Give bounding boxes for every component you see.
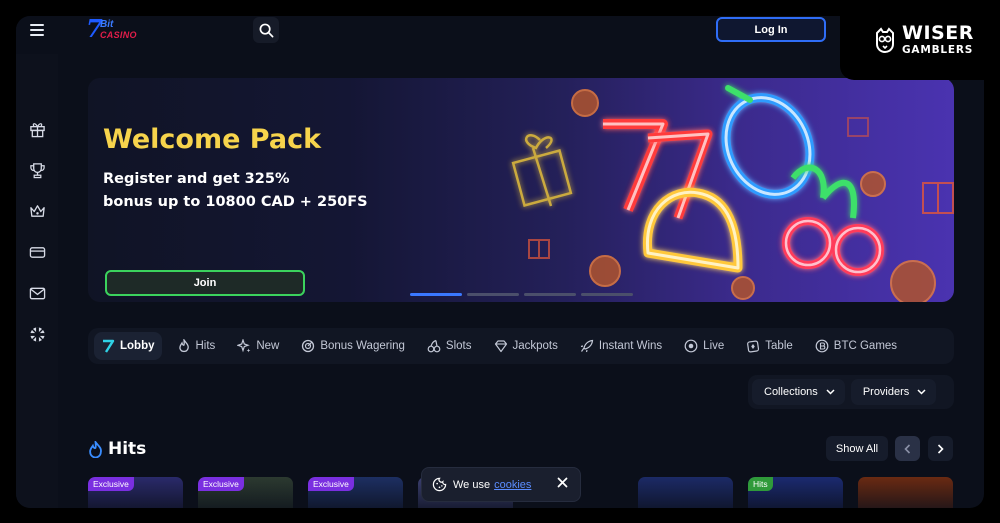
sidebar — [16, 54, 58, 508]
logo-bit: Bit — [100, 19, 114, 30]
search-button[interactable] — [253, 17, 279, 43]
gift-icon[interactable] — [29, 121, 46, 138]
category-jackpots[interactable]: Jackpots — [487, 332, 565, 360]
game-tile[interactable]: Exclusive — [88, 477, 183, 508]
badge-line1: WISER — [902, 22, 974, 45]
game-tile[interactable] — [858, 477, 953, 508]
chevron-left-icon — [904, 443, 911, 454]
game-tag-badge: Exclusive — [308, 477, 354, 491]
game-tag-badge: Exclusive — [88, 477, 134, 491]
chevron-down-icon — [917, 389, 926, 395]
login-button[interactable]: Log In — [716, 17, 826, 42]
game-tile[interactable] — [638, 477, 733, 508]
card-icon[interactable] — [29, 244, 46, 261]
game-tile[interactable]: Exclusive — [308, 477, 403, 508]
cookie-link[interactable]: cookies — [494, 479, 531, 491]
promo-banner[interactable]: Welcome Pack Register and get 325% bonus… — [88, 78, 954, 302]
cherry-icon — [427, 339, 441, 353]
category-lobby[interactable]: Lobby — [94, 332, 162, 360]
category-label: Hits — [195, 340, 216, 352]
rocket-icon — [580, 339, 594, 353]
hamburger-icon[interactable] — [30, 24, 44, 36]
live-icon — [684, 339, 698, 353]
logo-casino: CASINO — [100, 30, 137, 40]
category-nav: Lobby Hits New Bonus Wagering Slots Jack… — [88, 328, 954, 364]
7bit-icon — [103, 339, 115, 353]
game-tile[interactable]: Exclusive — [198, 477, 293, 508]
filter-bar: Collections Providers — [748, 375, 954, 409]
top-header: 7 Bit CASINO Log In — [16, 16, 984, 54]
sparkle-icon — [237, 339, 251, 353]
trophy-icon[interactable] — [29, 162, 46, 179]
wiser-gamblers-logo — [876, 27, 894, 53]
category-label: Live — [703, 340, 725, 352]
site-logo[interactable]: 7 Bit CASINO — [86, 16, 137, 44]
chevron-right-icon — [937, 443, 944, 454]
chevron-down-icon — [826, 389, 835, 395]
category-label: Instant Wins — [598, 340, 663, 352]
close-icon[interactable] — [557, 477, 568, 488]
carousel-dot-3[interactable] — [524, 293, 576, 296]
search-icon — [259, 23, 273, 37]
providers-label: Providers — [862, 386, 910, 398]
category-label: Jackpots — [512, 340, 558, 352]
banner-subtitle-line2: bonus up to 10800 CAD + 250FS — [103, 194, 368, 210]
providers-dropdown[interactable]: Providers — [850, 379, 937, 405]
category-label: Bonus Wagering — [320, 340, 405, 352]
section-title-hits: Hits — [88, 439, 146, 459]
join-button[interactable]: Join — [105, 270, 305, 296]
banner-title: Welcome Pack — [103, 124, 322, 155]
category-label: Lobby — [120, 340, 155, 352]
category-label: BTC Games — [833, 340, 898, 352]
cookie-icon — [432, 477, 447, 492]
carousel-dot-4[interactable] — [581, 293, 633, 296]
carousel-next-button[interactable] — [928, 436, 953, 461]
category-live[interactable]: Live — [677, 332, 731, 360]
collections-dropdown[interactable]: Collections — [752, 379, 845, 405]
wagering-icon — [302, 339, 315, 353]
carousel-dots — [410, 293, 633, 296]
diamond-icon — [494, 340, 507, 353]
banner-subtitle: Register and get 325% bonus up to 10800 … — [103, 168, 403, 214]
mail-icon[interactable] — [29, 285, 46, 302]
wiser-gamblers-badge: WISER GAMBLERS — [840, 0, 1000, 80]
crown-icon[interactable] — [29, 203, 46, 220]
carousel-prev-button[interactable] — [895, 436, 920, 461]
category-btc-games[interactable]: BTC Games — [808, 332, 904, 360]
category-hits[interactable]: Hits — [170, 332, 223, 360]
badge-line2: GAMBLERS — [902, 44, 974, 57]
cookie-text: We use — [453, 478, 491, 491]
collections-label: Collections — [764, 386, 818, 398]
category-slots[interactable]: Slots — [420, 332, 479, 360]
game-tile[interactable]: Hits — [748, 477, 843, 508]
cookie-notice: We use cookies — [421, 467, 581, 502]
show-all-button[interactable]: Show All — [826, 436, 888, 461]
flame-icon — [178, 339, 189, 353]
game-tag-badge: Hits — [748, 477, 773, 491]
flame-icon — [89, 440, 102, 458]
category-new[interactable]: New — [230, 332, 286, 360]
chip-icon — [747, 340, 760, 353]
category-label: Slots — [445, 340, 472, 352]
carousel-dot-1[interactable] — [410, 293, 462, 296]
category-label: New — [256, 340, 280, 352]
bitcoin-icon — [815, 339, 829, 353]
uk-flag-icon[interactable] — [29, 326, 46, 343]
game-tag-badge: Exclusive — [198, 477, 244, 491]
section-title-text: Hits — [108, 439, 147, 459]
banner-subtitle-line1: Register and get 325% — [103, 171, 290, 187]
category-label: Table — [765, 340, 793, 352]
casino-app: 7 Bit CASINO Log In Welcome Pack Registe… — [16, 16, 984, 508]
category-table[interactable]: Table — [739, 332, 800, 360]
category-instant-wins[interactable]: Instant Wins — [573, 332, 669, 360]
carousel-dot-2[interactable] — [467, 293, 519, 296]
category-bonus-wagering[interactable]: Bonus Wagering — [294, 332, 412, 360]
